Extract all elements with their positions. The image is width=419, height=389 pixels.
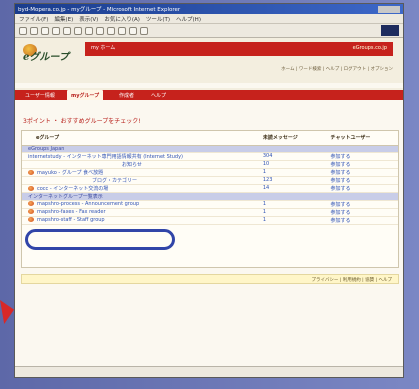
browser-window: byd-Mopera.co.jp - myグループ - Microsoft In… [14, 3, 404, 378]
group-link[interactable]: mapshro-staff - Staff group [37, 217, 105, 223]
header-chat: チャットユーザー [326, 131, 398, 146]
menu-favorites[interactable]: お気に入り(A) [104, 15, 140, 23]
group-icon [28, 169, 34, 175]
group-name[interactable]: mapshro-staff - Staff group [22, 216, 259, 225]
unread-count[interactable]: 14 [258, 184, 327, 193]
header-links[interactable]: ホーム | ワード検索 | ヘルプ | ログアウト | オプション [281, 66, 393, 72]
site-logo[interactable]: eグループ [23, 48, 69, 63]
group-link[interactable]: cocc - インターネット交流の場 [37, 186, 108, 192]
tab-help[interactable]: ヘルプ [147, 90, 171, 100]
menu-view[interactable]: 表示(V) [79, 15, 98, 23]
group-heading-row: インターネットグループ一覧表示 [22, 192, 398, 201]
history-icon[interactable] [96, 26, 104, 35]
home-icon[interactable] [63, 26, 71, 35]
chat-join-link[interactable]: 参加する [326, 200, 398, 209]
window-title: byd-Mopera.co.jp - myグループ - Microsoft In… [18, 7, 181, 13]
menu-edit[interactable]: 編集(E) [54, 15, 73, 23]
group-name[interactable]: ブログ・カテゴリー [22, 176, 259, 185]
table-row[interactable]: cocc - インターネット交流の場 14 参加する [22, 184, 398, 193]
status-bar [15, 366, 403, 377]
ie-logo-icon [381, 25, 399, 36]
search-icon[interactable] [74, 26, 82, 35]
table-row[interactable]: mapshro-staff - Staff group 1 参加する [22, 216, 398, 225]
chat-join-link[interactable]: 参加する [326, 216, 398, 225]
menu-help[interactable]: ヘルプ(H) [176, 15, 201, 23]
print-icon[interactable] [118, 26, 126, 35]
group-link[interactable]: internetstudy - インターネット専門用語情報共有 (Interne… [28, 154, 183, 160]
group-link[interactable]: mapshro-faxes - Fax reader [37, 209, 106, 215]
favorites-icon[interactable] [85, 26, 93, 35]
banner-title: my ホーム [91, 45, 116, 51]
group-icon [28, 201, 34, 206]
table-row[interactable]: ブログ・カテゴリー 123 参加する [22, 176, 398, 185]
stop-icon[interactable] [41, 26, 49, 35]
refresh-icon[interactable] [52, 26, 60, 35]
back-icon[interactable] [19, 26, 27, 35]
title-bar: byd-Mopera.co.jp - myグループ - Microsoft In… [15, 4, 403, 14]
discuss-icon[interactable] [140, 26, 148, 35]
site-header: eグループ my ホーム eGroups.co.jp ホーム | ワード検索 |… [15, 38, 403, 83]
table-row[interactable]: mayuko - グループ 食べ放題 1 参加する [22, 168, 398, 177]
tab-user-info[interactable]: ユーザー情報 [21, 90, 59, 100]
group-heading: eGroups Japan [22, 145, 398, 153]
section-title[interactable]: 3ポイント ・ おすすめグループをチェック! [23, 118, 141, 125]
unread-count[interactable]: 1 [258, 208, 327, 217]
group-heading-row: eGroups Japan [22, 145, 398, 153]
group-link[interactable]: ブログ・カテゴリー [92, 178, 137, 184]
chat-join-link[interactable]: 参加する [326, 152, 398, 161]
footer-links[interactable]: プライバシー | 利用規約 | 協賛 | ヘルプ [21, 274, 399, 284]
menu-tools[interactable]: ツール(T) [146, 15, 170, 23]
callout-highlight [25, 229, 175, 250]
unread-count[interactable]: 123 [258, 176, 327, 185]
tab-author[interactable]: 作成者 [115, 90, 139, 100]
unread-count[interactable]: 1 [258, 216, 327, 225]
forward-icon[interactable] [30, 26, 38, 35]
group-link[interactable]: お知らせ [122, 162, 142, 168]
toolbar [15, 24, 403, 38]
group-name[interactable]: mapshro-process - Announcement group [22, 200, 259, 209]
table-row[interactable]: mapshro-process - Announcement group 1 参… [22, 200, 398, 209]
groups-table: eグループ 未読メッセージ チャットユーザー eGroups Japan int… [22, 131, 398, 225]
group-icon [28, 217, 34, 222]
chat-join-link[interactable]: 参加する [326, 184, 398, 193]
chat-join-link[interactable]: 参加する [326, 160, 398, 169]
edit-icon[interactable] [129, 26, 137, 35]
group-heading: インターネットグループ一覧表示 [22, 192, 398, 201]
banner-site: eGroups.co.jp [352, 45, 387, 51]
chat-join-link[interactable]: 参加する [326, 208, 398, 217]
table-row[interactable]: お知らせ 10 参加する [22, 160, 398, 169]
unread-count[interactable]: 304 [258, 152, 327, 161]
group-name[interactable]: mayuko - グループ 食べ放題 [22, 168, 259, 177]
group-icon [28, 185, 34, 191]
tab-bar: ユーザー情報 myグループ 作成者 ヘルプ [15, 88, 403, 100]
web-page: eグループ my ホーム eGroups.co.jp ホーム | ワード検索 |… [15, 38, 403, 369]
section-heading: 3ポイント ・ おすすめグループをチェック! [23, 116, 141, 125]
mail-icon[interactable] [107, 26, 115, 35]
table-row[interactable]: internetstudy - インターネット専門用語情報共有 (Interne… [22, 152, 398, 161]
banner: my ホーム eGroups.co.jp [85, 42, 393, 56]
unread-count[interactable]: 1 [258, 200, 327, 209]
chat-join-link[interactable]: 参加する [326, 168, 398, 177]
group-link[interactable]: mayuko - グループ 食べ放題 [37, 170, 103, 176]
window-controls[interactable] [378, 5, 400, 13]
group-name[interactable]: internetstudy - インターネット専門用語情報共有 (Interne… [22, 152, 259, 161]
unread-count[interactable]: 1 [258, 168, 327, 177]
group-name[interactable]: mapshro-faxes - Fax reader [22, 208, 259, 217]
chat-join-link[interactable]: 参加する [326, 176, 398, 185]
tab-my-groups[interactable]: myグループ [67, 90, 104, 100]
menu-bar: ファイル(F) 編集(E) 表示(V) お気に入り(A) ツール(T) ヘルプ(… [15, 14, 403, 24]
group-name[interactable]: お知らせ [22, 160, 259, 169]
header-unread: 未読メッセージ [258, 131, 327, 146]
table-row[interactable]: mapshro-faxes - Fax reader 1 参加する [22, 208, 398, 217]
group-link[interactable]: mapshro-process - Announcement group [37, 201, 139, 207]
group-name[interactable]: cocc - インターネット交流の場 [22, 184, 259, 193]
unread-count[interactable]: 10 [258, 160, 327, 169]
group-icon [28, 209, 34, 214]
header-group: eグループ [22, 131, 259, 146]
menu-file[interactable]: ファイル(F) [19, 15, 48, 23]
